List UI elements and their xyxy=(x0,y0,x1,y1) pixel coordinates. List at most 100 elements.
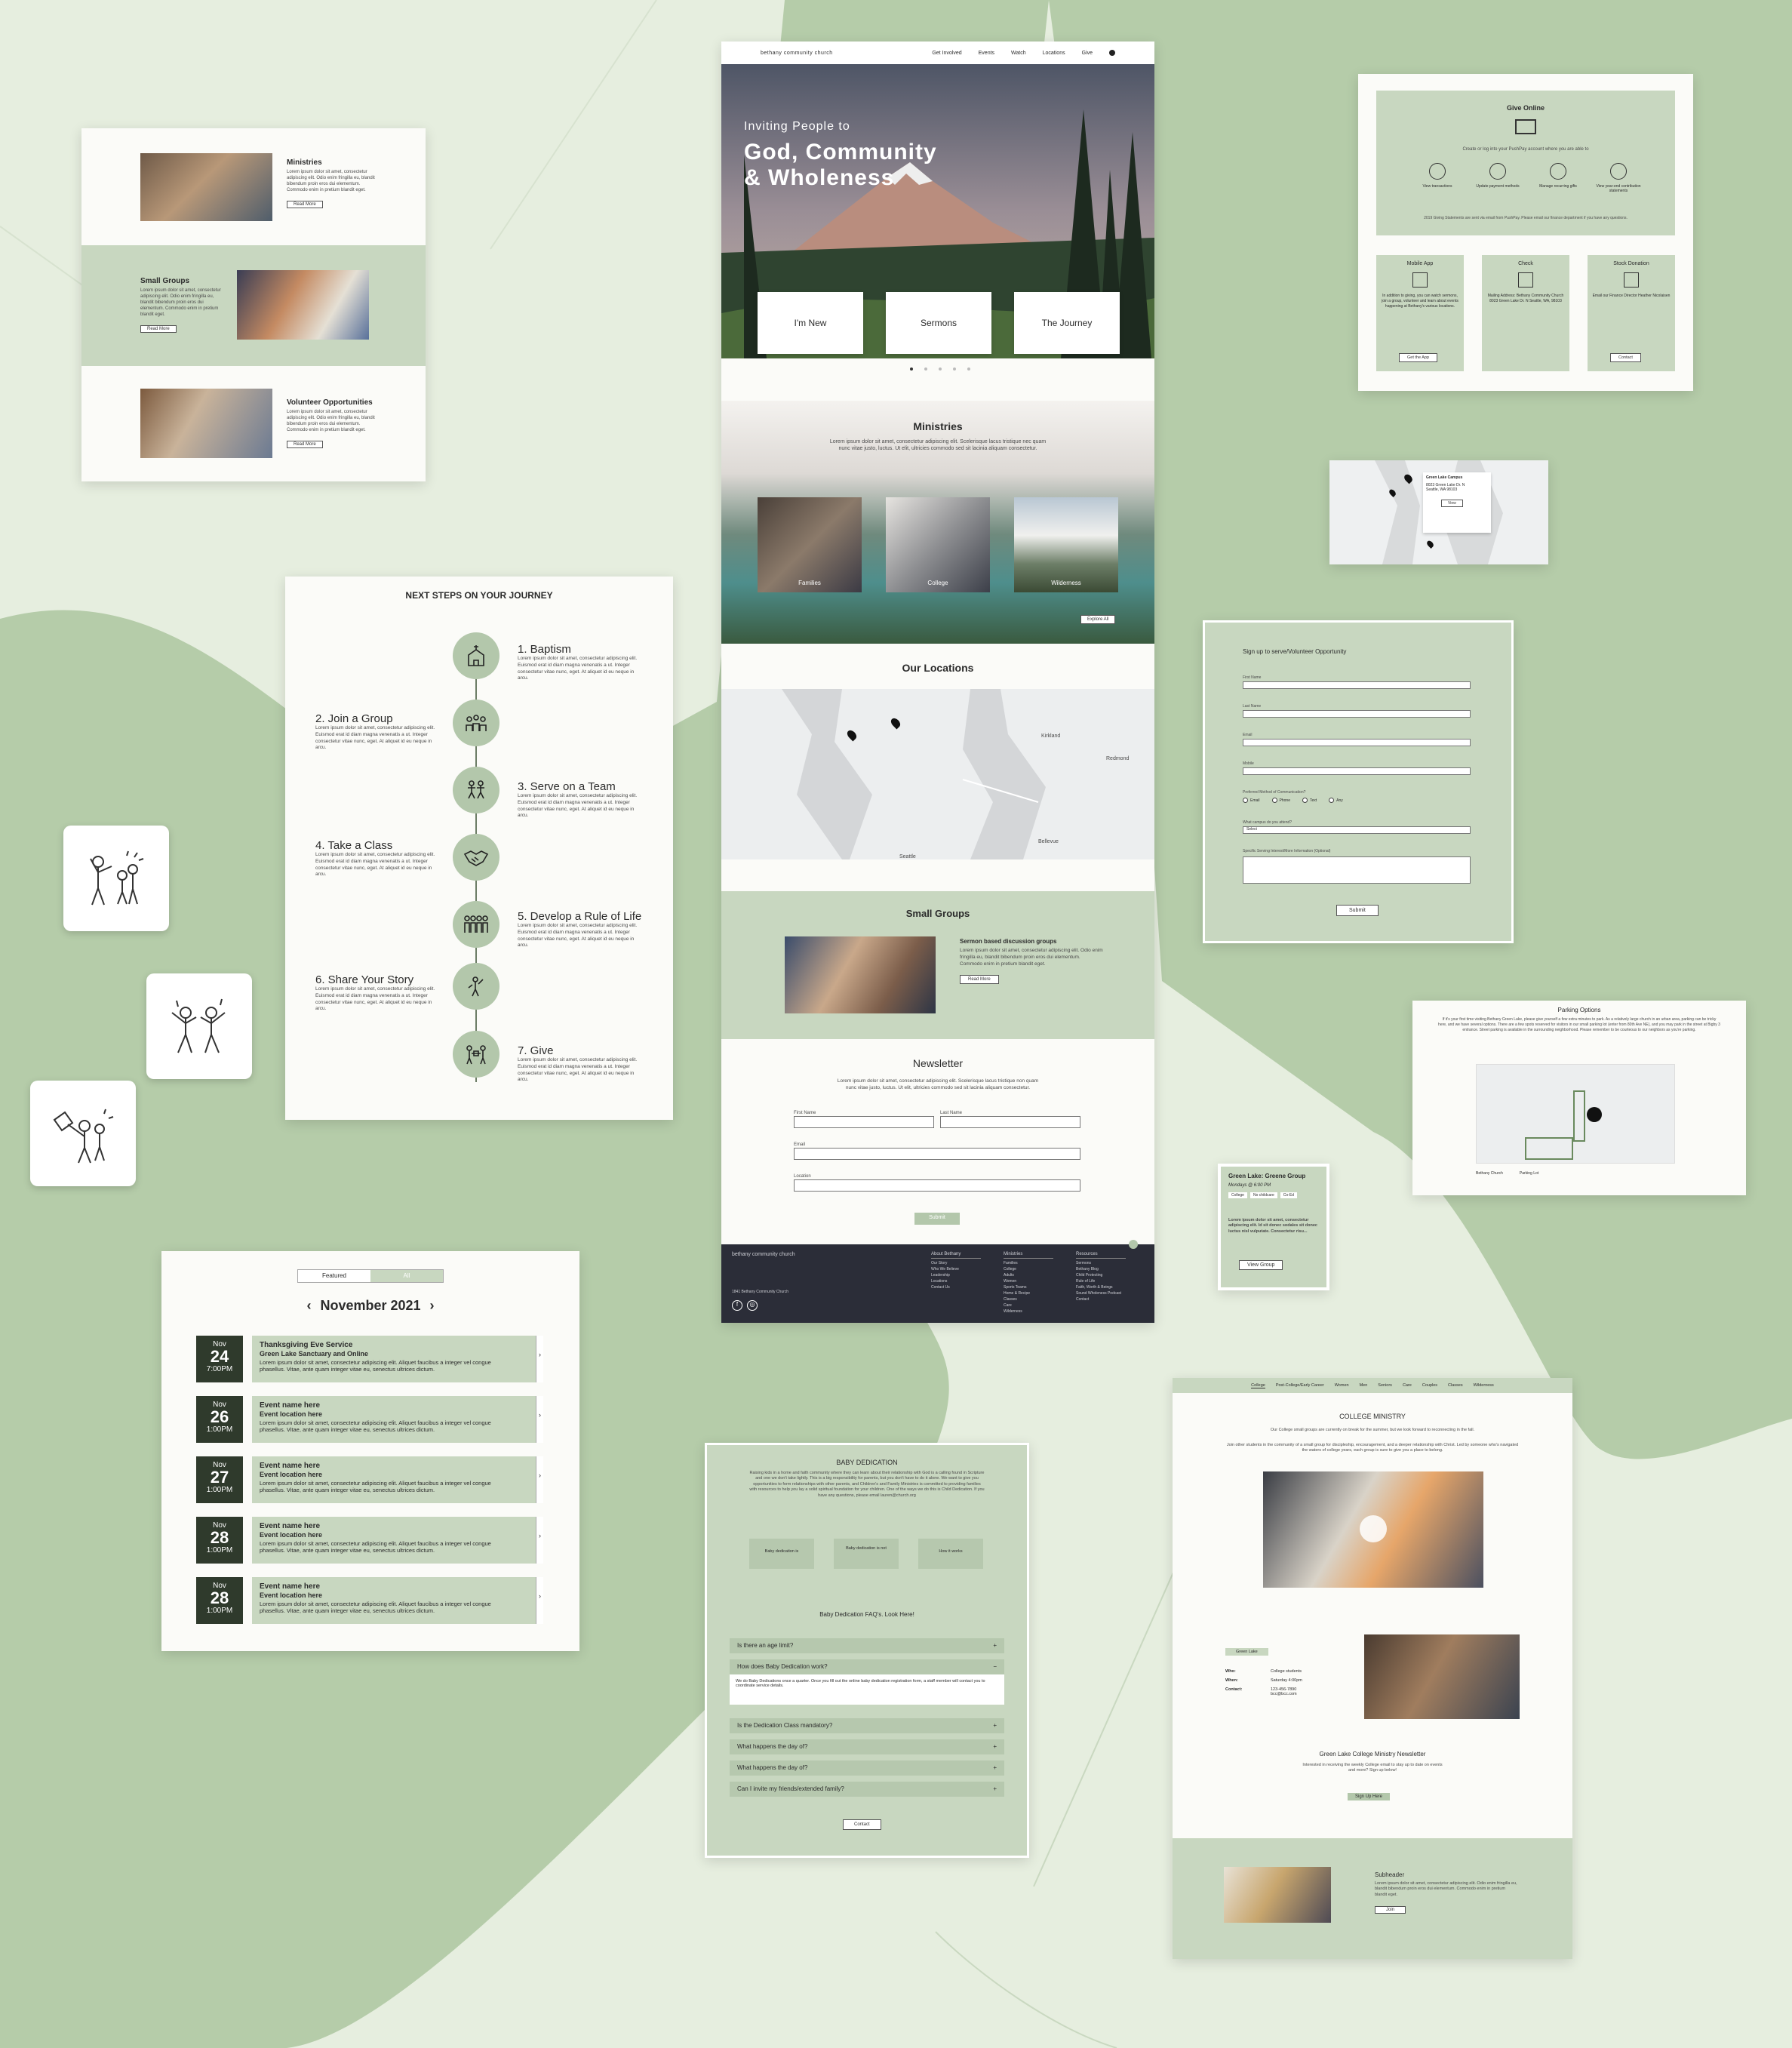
site-logo[interactable]: bethany community church xyxy=(761,51,915,56)
college-tile[interactable]: College xyxy=(886,497,990,592)
give-method-button[interactable]: Contact xyxy=(1610,353,1641,362)
method-radio[interactable]: Text xyxy=(1302,798,1317,803)
read-more-button[interactable]: Read More xyxy=(287,441,323,449)
scroll-top-icon[interactable] xyxy=(1129,1240,1138,1249)
last-name-input[interactable] xyxy=(940,1116,1080,1128)
footer-logo[interactable]: bethany community church xyxy=(732,1252,795,1257)
email-input[interactable] xyxy=(1243,739,1471,746)
groups-read-more-button[interactable]: Read More xyxy=(960,975,999,985)
baby-contact-button[interactable]: Contact xyxy=(843,1819,881,1830)
footer-link[interactable]: College xyxy=(1004,1267,1053,1272)
footer-link[interactable]: Women xyxy=(1004,1279,1053,1284)
parking-map[interactable] xyxy=(1476,1064,1675,1164)
sign-up-button[interactable]: Sign Up Here xyxy=(1348,1793,1391,1800)
carousel-dots[interactable] xyxy=(910,367,970,371)
footer-link[interactable]: Contact Us xyxy=(931,1285,981,1290)
ministry-tab[interactable]: Men xyxy=(1360,1383,1368,1388)
nav-locations[interactable]: Locations xyxy=(1043,51,1065,56)
ministry-tab[interactable]: Women xyxy=(1335,1383,1349,1388)
baby-info-box[interactable]: Baby dedication is not xyxy=(834,1539,899,1569)
popup-view-button[interactable]: View xyxy=(1441,500,1463,507)
ministry-tab[interactable]: Classes xyxy=(1448,1383,1463,1388)
facebook-icon[interactable]: f xyxy=(732,1300,742,1311)
ministry-tab[interactable]: Care xyxy=(1403,1383,1412,1388)
footer-link[interactable]: Sound Wholeness Podcast xyxy=(1076,1291,1126,1296)
footer-link[interactable]: Bethany Blog xyxy=(1076,1267,1126,1272)
footer-link[interactable]: Wilderness xyxy=(1004,1309,1053,1314)
method-radio[interactable]: Any xyxy=(1329,798,1343,803)
ministry-tab[interactable]: College xyxy=(1251,1383,1265,1388)
method-radio[interactable]: Phone xyxy=(1271,798,1290,803)
first-name-input[interactable] xyxy=(794,1116,934,1128)
footer-link[interactable]: Care xyxy=(1004,1303,1053,1308)
chevron-right-icon[interactable]: › xyxy=(536,1336,543,1382)
baby-info-box[interactable]: Baby dedication is xyxy=(749,1539,814,1569)
give-option[interactable]: View year-end contribution statements xyxy=(1592,163,1645,193)
event-row[interactable]: Nov 26 1:00PM Event name here Event location… xyxy=(196,1396,543,1443)
footer-link[interactable]: Our Story xyxy=(931,1261,981,1265)
families-tile[interactable]: Families xyxy=(758,497,862,592)
footer-link[interactable]: Locations xyxy=(931,1279,981,1284)
newsletter-submit-button[interactable]: Submit xyxy=(914,1213,960,1225)
chevron-right-icon[interactable]: › xyxy=(536,1456,543,1503)
faq-item[interactable]: What happens the day of? + xyxy=(730,1760,1004,1776)
play-icon[interactable] xyxy=(1360,1515,1387,1542)
give-method-button[interactable]: Get the App xyxy=(1399,353,1438,362)
next-month-icon[interactable]: › xyxy=(430,1298,435,1313)
chevron-right-icon[interactable]: › xyxy=(536,1517,543,1564)
ministry-tab[interactable]: Wilderness xyxy=(1474,1383,1494,1388)
footer-link[interactable]: Child Protecting xyxy=(1076,1273,1126,1278)
footer-link[interactable]: Who We Believe xyxy=(931,1267,981,1272)
event-row[interactable]: Nov 27 1:00PM Event name here Event location… xyxy=(196,1456,543,1503)
tab-featured[interactable]: Featured xyxy=(298,1270,370,1282)
interest-textarea[interactable] xyxy=(1243,856,1471,884)
join-button[interactable]: Join xyxy=(1375,1906,1406,1914)
faq-item[interactable]: Is there an age limit? + xyxy=(730,1638,1004,1653)
wilderness-tile[interactable]: Wilderness xyxy=(1014,497,1118,592)
im-new-card[interactable]: I'm New xyxy=(758,292,863,354)
faq-item-open[interactable]: How does Baby Dedication work? − xyxy=(730,1659,1004,1674)
footer-link[interactable]: Sports Teams xyxy=(1004,1285,1053,1290)
location-select[interactable] xyxy=(794,1179,1080,1192)
tab-all[interactable]: All xyxy=(370,1270,443,1282)
faq-item[interactable]: Is the Dedication Class mandatory? + xyxy=(730,1718,1004,1733)
sermons-card[interactable]: Sermons xyxy=(886,292,991,354)
footer-link[interactable]: Sermons xyxy=(1076,1261,1126,1265)
footer-link[interactable]: Faith, Worth & Beings xyxy=(1076,1285,1126,1290)
ministry-tab[interactable]: Seniors xyxy=(1378,1383,1392,1388)
mobile-input[interactable] xyxy=(1243,767,1471,775)
event-row[interactable]: Nov 28 1:00PM Event name here Event location… xyxy=(196,1577,543,1624)
college-video[interactable] xyxy=(1263,1471,1483,1588)
footer-link[interactable]: Rule of Life xyxy=(1076,1279,1126,1284)
footer-link[interactable]: Contact xyxy=(1076,1297,1126,1302)
baby-info-box[interactable]: How it works xyxy=(918,1539,983,1569)
event-row[interactable]: Nov 28 1:00PM Event name here Event location… xyxy=(196,1517,543,1564)
footer-link[interactable]: Leadership xyxy=(931,1273,981,1278)
give-option[interactable]: Manage recurring gifts xyxy=(1532,163,1585,193)
email-input[interactable] xyxy=(794,1148,1080,1160)
footer-link[interactable]: Home & Recipe xyxy=(1004,1291,1053,1296)
prev-month-icon[interactable]: ‹ xyxy=(306,1298,311,1313)
chevron-right-icon[interactable]: › xyxy=(536,1396,543,1443)
volunteer-submit-button[interactable]: Submit xyxy=(1336,905,1379,916)
nav-events[interactable]: Events xyxy=(979,51,994,56)
give-option[interactable]: Update payment methods xyxy=(1471,163,1524,193)
ministry-tab[interactable]: Post-College/Early Career xyxy=(1276,1383,1324,1388)
nav-watch[interactable]: Watch xyxy=(1011,51,1026,56)
footer-link[interactable]: Families xyxy=(1004,1261,1053,1265)
church-pin-icon[interactable] xyxy=(1587,1107,1602,1122)
view-group-button[interactable]: View Group xyxy=(1239,1260,1283,1270)
last-name-input[interactable] xyxy=(1243,710,1471,718)
give-option[interactable]: View transactions xyxy=(1411,163,1464,193)
read-more-button[interactable]: Read More xyxy=(287,201,323,209)
nav-get-involved[interactable]: Get Involved xyxy=(932,51,961,56)
explore-all-button[interactable]: Explore All xyxy=(1080,615,1116,624)
campus-select[interactable]: Select xyxy=(1243,826,1471,834)
faq-item[interactable]: What happens the day of? + xyxy=(730,1739,1004,1754)
instagram-icon[interactable]: ◎ xyxy=(747,1300,758,1311)
ministry-tab[interactable]: Couples xyxy=(1422,1383,1437,1388)
method-radio[interactable]: Email xyxy=(1243,798,1260,803)
event-row[interactable]: Nov 24 7:00PM Thanksgiving Eve Service Green… xyxy=(196,1336,543,1382)
nav-give[interactable]: Give xyxy=(1082,51,1093,56)
campus-chip[interactable]: Green Lake xyxy=(1225,1648,1268,1656)
